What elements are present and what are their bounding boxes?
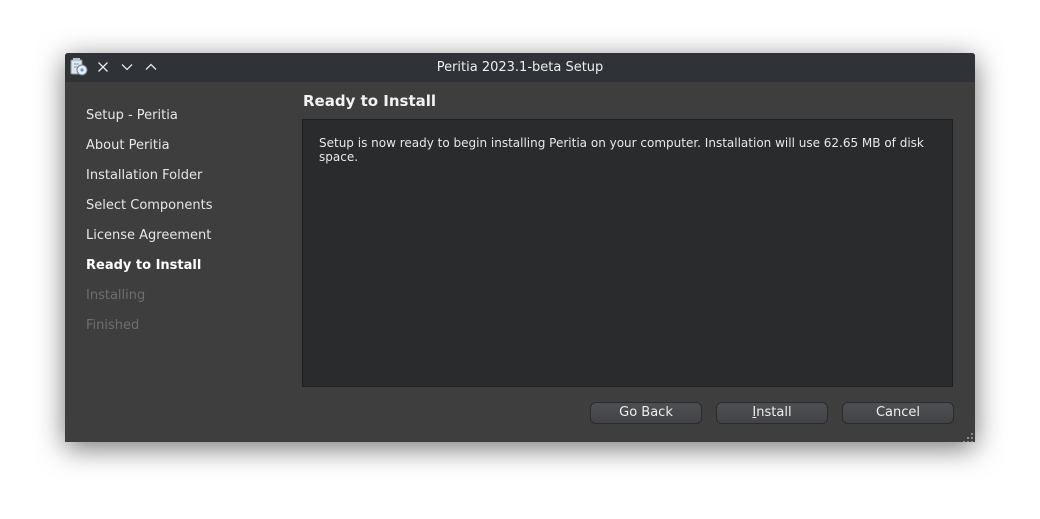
step-about: About Peritia: [86, 138, 170, 153]
install-button[interactable]: Install: [716, 402, 828, 424]
cancel-label: Cancel: [875, 405, 921, 420]
step-setup: Setup - Peritia: [86, 108, 178, 123]
step-finished: Finished: [86, 318, 140, 333]
resize-grip-icon[interactable]: [962, 429, 974, 442]
step-select-components: Select Components: [86, 198, 213, 213]
step-license-agreement: License Agreement: [86, 228, 212, 243]
step-installing: Installing: [86, 288, 146, 303]
go-back-button[interactable]: Go Back: [590, 402, 702, 424]
window-title: Peritia 2023.1-beta Setup: [436, 60, 604, 75]
installer-window: Peritia 2023.1-beta Setup Setup - Periti…: [65, 53, 975, 442]
content-panel: Setup is now ready to begin installing P…: [302, 119, 953, 387]
install-label: nstall: [756, 405, 792, 420]
cancel-button[interactable]: Cancel: [842, 402, 954, 424]
step-ready-to-install: Ready to Install: [86, 258, 202, 273]
page-title: Ready to Install: [303, 92, 437, 110]
step-installation-folder: Installation Folder: [86, 168, 203, 183]
ready-message: Setup is now ready to begin installing P…: [319, 136, 924, 164]
title-bar[interactable]: Peritia 2023.1-beta Setup: [65, 53, 975, 82]
go-back-label: Go Back: [619, 405, 673, 420]
wizard-steps-sidebar: Setup - Peritia About Peritia Installati…: [65, 82, 295, 442]
